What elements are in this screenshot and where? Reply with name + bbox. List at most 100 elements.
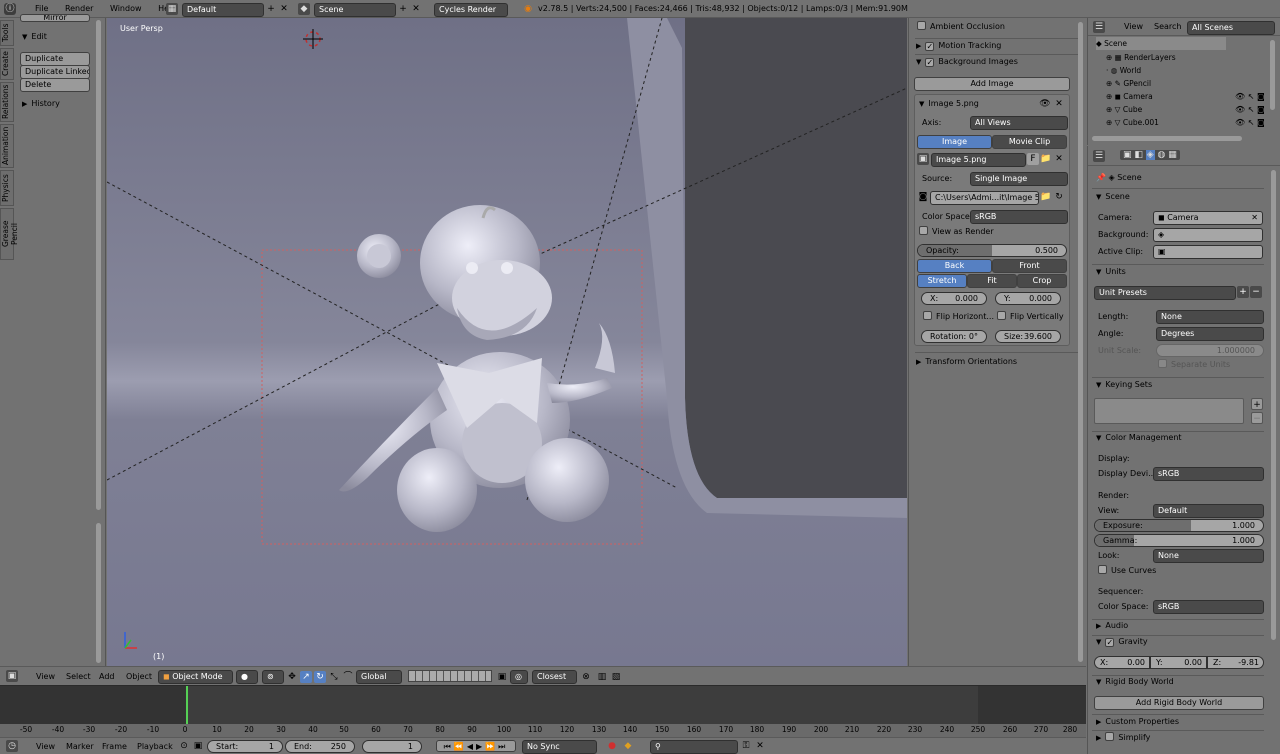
menu-render[interactable]: Render: [65, 4, 93, 13]
use-curves-checkbox[interactable]: [1098, 565, 1107, 574]
properties-context-tabs[interactable]: ▣ ◧ ◈ ◍ ▦: [1120, 150, 1180, 160]
current-frame-field[interactable]: 1: [362, 740, 422, 753]
end-frame-field[interactable]: End: 250: [285, 740, 355, 753]
active-clip-field[interactable]: ▣: [1153, 245, 1263, 259]
background-images-checkbox[interactable]: [925, 58, 935, 67]
record-icon[interactable]: ●: [606, 740, 618, 752]
crop-button[interactable]: Crop: [1017, 274, 1067, 288]
edit-panel-header[interactable]: ▼ Edit: [22, 30, 47, 44]
size-field[interactable]: Size: 39.600: [995, 330, 1061, 343]
menu-window[interactable]: Window: [110, 4, 142, 13]
length-select[interactable]: None: [1156, 310, 1264, 324]
flip-horizontal-row[interactable]: Flip Horizont...: [923, 310, 994, 324]
lock-layers-icon[interactable]: ▣: [496, 671, 508, 683]
scene-context-icon[interactable]: ◈: [1145, 150, 1155, 160]
file-path-field[interactable]: C:\Users\Admi...it\Image 5.png: [930, 191, 1039, 205]
history-panel-header[interactable]: ▶ History: [22, 97, 60, 111]
view-transform-select[interactable]: Default: [1153, 504, 1264, 518]
tab-tools[interactable]: Tools: [0, 20, 14, 46]
use-curves-row[interactable]: Use Curves: [1098, 564, 1156, 578]
menu-file[interactable]: File: [35, 4, 48, 13]
playback-controls[interactable]: ⏮⏪◀▶⏩⏭: [436, 740, 516, 752]
rotate-manipulator-icon[interactable]: ↻: [314, 671, 326, 683]
unit-presets-select[interactable]: Unit Presets: [1094, 286, 1236, 300]
scene-add-icon[interactable]: +: [397, 3, 409, 15]
stretch-button[interactable]: Stretch: [917, 274, 967, 288]
scale-manipulator-icon[interactable]: ⤡: [328, 671, 340, 683]
keying-sets-panel-header[interactable]: ▼ Keying Sets: [1096, 378, 1152, 392]
seq-colorspace-select[interactable]: sRGB: [1153, 600, 1264, 614]
keyframe-icon[interactable]: ◆: [622, 740, 634, 752]
view3d-menu-view[interactable]: View: [36, 671, 55, 683]
tab-relations[interactable]: Relations: [0, 82, 14, 122]
viewport-shading-select[interactable]: ●: [236, 670, 258, 684]
source-select[interactable]: Single Image: [970, 172, 1068, 186]
tree-cube-001[interactable]: ⊕ ▽ Cube.001: [1106, 116, 1159, 129]
custom-properties-panel-header[interactable]: ▶ Custom Properties: [1096, 715, 1179, 729]
visibility-icon-cube[interactable]: 👁 ↖ ◙: [1235, 105, 1265, 114]
outliner-filter-select[interactable]: All Scenes: [1187, 21, 1275, 35]
gravity-z-field[interactable]: Z: -9.81: [1207, 656, 1264, 669]
offset-x-field[interactable]: X: 0.000: [921, 292, 987, 305]
keying-sets-list[interactable]: [1094, 398, 1244, 424]
fit-button[interactable]: Fit: [967, 274, 1017, 288]
opacity-slider[interactable]: Opacity: 0.500: [917, 244, 1067, 257]
start-frame-field[interactable]: Start: 1: [207, 740, 283, 753]
render-preview-icon[interactable]: ▥: [596, 671, 608, 683]
simplify-panel-header[interactable]: ▶ Simplify: [1096, 731, 1150, 745]
tool-shelf-scrollbar[interactable]: [96, 20, 101, 510]
scene-icon[interactable]: ◆: [298, 3, 310, 15]
motion-tracking-row[interactable]: ▶Motion Tracking: [916, 39, 1001, 53]
outliner-hscrollbar[interactable]: [1092, 136, 1242, 141]
insert-keyframe-icon[interactable]: ⚿: [740, 740, 752, 752]
flip-horizontal-checkbox[interactable]: [923, 311, 932, 320]
tool-shelf-lower-scrollbar[interactable]: [96, 523, 101, 663]
tree-cube[interactable]: ⊕ ▽ Cube: [1106, 103, 1142, 116]
gravity-y-field[interactable]: Y: 0.00: [1150, 656, 1207, 669]
back-button[interactable]: Back: [917, 259, 992, 273]
keying-set-remove-icon[interactable]: −: [1251, 412, 1263, 424]
gravity-x-field[interactable]: X: 0.00: [1094, 656, 1150, 669]
tab-animation[interactable]: Animation: [0, 124, 14, 168]
snap-icon[interactable]: ⊗: [580, 671, 592, 683]
snap-element-select[interactable]: Closest: [532, 670, 577, 684]
tree-renderlayers[interactable]: ⊕ ▦ RenderLayers: [1106, 51, 1176, 64]
tab-physics[interactable]: Physics: [0, 170, 14, 206]
timeline[interactable]: [0, 685, 1086, 738]
sync-select[interactable]: No Sync: [522, 740, 597, 754]
delete-keyframe-icon[interactable]: ✕: [754, 740, 766, 752]
ambient-occlusion-checkbox[interactable]: [917, 21, 926, 30]
outliner-view-menu[interactable]: View: [1124, 21, 1143, 33]
timeline-menu-playback[interactable]: Playback: [137, 741, 173, 753]
image-subpanel-header[interactable]: ▼ Image 5.png: [919, 97, 979, 111]
curve-icon[interactable]: ⌒: [342, 671, 354, 683]
gamma-slider[interactable]: Gamma: 1.000: [1094, 534, 1264, 547]
background-images-row[interactable]: ▼Background Images: [916, 55, 1018, 69]
reload-image-icon[interactable]: ↻: [1053, 191, 1065, 203]
image-browse-icon[interactable]: ▣: [917, 153, 929, 165]
color-management-panel-header[interactable]: ▼ Color Management: [1096, 431, 1182, 445]
scene-close-icon[interactable]: ✕: [410, 3, 422, 15]
layout-close-icon[interactable]: ✕: [278, 3, 290, 15]
remove-image-icon[interactable]: ✕: [1053, 98, 1065, 110]
offset-y-field[interactable]: Y: 0.000: [995, 292, 1061, 305]
exposure-slider[interactable]: Exposure: 1.000: [1094, 519, 1264, 532]
outliner-scrollbar[interactable]: [1270, 40, 1275, 110]
layout-add-icon[interactable]: +: [265, 3, 277, 15]
properties-editor-icon[interactable]: ☰: [1093, 150, 1105, 162]
view-as-render-row[interactable]: View as Render: [919, 225, 994, 239]
tab-create[interactable]: Create: [0, 48, 14, 80]
pin-icon[interactable]: 📌: [1096, 173, 1109, 182]
simplify-checkbox[interactable]: [1105, 732, 1115, 741]
tab-grease-pencil[interactable]: Grease Pencil: [0, 208, 19, 260]
view3d-menu-add[interactable]: Add: [99, 671, 115, 683]
timeline-menu-frame[interactable]: Frame: [102, 741, 127, 753]
ambient-occlusion-row[interactable]: Ambient Occlusion: [917, 20, 1005, 34]
pivot-select[interactable]: ⊚: [262, 670, 284, 684]
transform-orientations-row[interactable]: ▶ Transform Orientations: [916, 355, 1017, 369]
proportional-edit-select[interactable]: ◎: [510, 670, 528, 684]
rotation-field[interactable]: Rotation: 0°: [921, 330, 987, 343]
blender-logo-icon[interactable]: ⓘ: [4, 3, 16, 15]
mode-select[interactable]: ◼ Object Mode: [158, 670, 233, 684]
audio-panel-header[interactable]: ▶ Audio: [1096, 619, 1128, 633]
